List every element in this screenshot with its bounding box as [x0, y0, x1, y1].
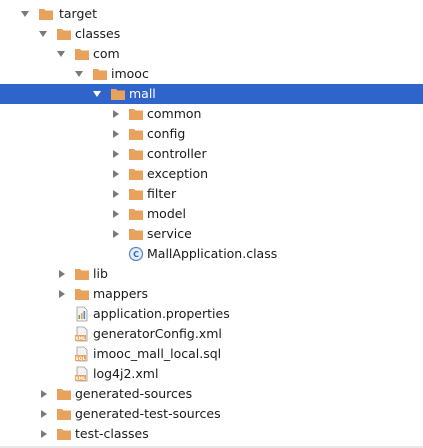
tree-item-label: classes — [75, 26, 121, 41]
chevron-down-icon[interactable] — [74, 64, 84, 84]
folder-icon — [56, 427, 72, 441]
folder-icon — [56, 407, 72, 421]
tree-item-label: generated-sources — [75, 386, 193, 401]
folder-icon — [74, 267, 90, 281]
chevron-right-icon[interactable] — [112, 164, 122, 184]
tree-item-mall-application[interactable]: C MallApplication.class — [0, 244, 423, 264]
chevron-right-icon[interactable] — [112, 184, 122, 204]
chevron-right-icon[interactable] — [112, 204, 122, 224]
tree-item-lib[interactable]: lib — [0, 264, 423, 284]
chevron-right-icon[interactable] — [40, 384, 50, 404]
folder-icon — [74, 47, 90, 61]
tree-item-mappers[interactable]: mappers — [0, 284, 423, 304]
tree-item-log4j2[interactable]: XML log4j2.xml — [0, 364, 423, 384]
tree-item-label: mall — [129, 86, 156, 101]
tree-item-label: model — [147, 206, 186, 221]
chevron-right-icon[interactable] — [40, 404, 50, 424]
chevron-right-icon[interactable] — [112, 124, 122, 144]
svg-text:SQL: SQL — [76, 356, 86, 362]
tree-item-label: mappers — [93, 286, 149, 301]
tree-item-imooc-mall-local[interactable]: SQL imooc_mall_local.sql — [0, 344, 423, 364]
tree-item-label: generated-test-sources — [75, 406, 221, 421]
folder-icon — [128, 207, 144, 221]
properties-file-icon — [74, 306, 90, 322]
tree-item-label: config — [147, 126, 186, 141]
tree-item-application-properties[interactable]: application.properties — [0, 304, 423, 324]
class-file-icon: C — [128, 246, 144, 262]
folder-icon — [74, 287, 90, 301]
svg-text:C: C — [133, 250, 139, 259]
folder-icon — [128, 127, 144, 141]
chevron-down-icon[interactable] — [20, 4, 30, 24]
xml-file-icon: XML — [74, 366, 90, 382]
tree-item-label: MallApplication.class — [147, 246, 278, 261]
tree-item-model[interactable]: model — [0, 204, 423, 224]
xml-file-icon: XML — [74, 326, 90, 342]
tree-item-exception[interactable]: exception — [0, 164, 423, 184]
tree-item-label: service — [147, 226, 192, 241]
chevron-right-icon[interactable] — [112, 104, 122, 124]
tree-item-label: imooc_mall_local.sql — [93, 346, 222, 361]
chevron-right-icon[interactable] — [58, 264, 68, 284]
tree-item-label: controller — [147, 146, 207, 161]
folder-icon — [92, 67, 108, 81]
chevron-right-icon[interactable] — [40, 424, 50, 444]
tree-item-label: test-classes — [75, 426, 149, 441]
project-tree: target classes com imooc mall common con… — [0, 0, 423, 448]
tree-item-controller[interactable]: controller — [0, 144, 423, 164]
tree-item-label: target — [59, 6, 98, 21]
folder-icon — [128, 107, 144, 121]
tree-item-label: lib — [93, 266, 108, 281]
tree-item-generated-test-sources[interactable]: generated-test-sources — [0, 404, 423, 424]
tree-item-label: filter — [147, 186, 177, 201]
tree-item-generated-sources[interactable]: generated-sources — [0, 384, 423, 404]
chevron-right-icon[interactable] — [58, 284, 68, 304]
tree-item-label: com — [93, 46, 120, 61]
folder-icon — [38, 7, 54, 21]
tree-item-generator-config[interactable]: XML generatorConfig.xml — [0, 324, 423, 344]
tree-item-imooc[interactable]: imooc — [0, 64, 423, 84]
folder-icon — [128, 187, 144, 201]
tree-item-target[interactable]: target — [0, 4, 423, 24]
folder-icon — [110, 87, 126, 101]
tree-item-com[interactable]: com — [0, 44, 423, 64]
chevron-right-icon[interactable] — [112, 224, 122, 244]
tree-item-classes[interactable]: classes — [0, 24, 423, 44]
folder-icon — [56, 387, 72, 401]
tree-item-service[interactable]: service — [0, 224, 423, 244]
svg-text:XML: XML — [75, 376, 86, 382]
tree-item-label: log4j2.xml — [93, 366, 159, 381]
tree-item-label: exception — [147, 166, 209, 181]
svg-text:XML: XML — [75, 336, 86, 342]
chevron-down-icon[interactable] — [92, 84, 102, 104]
tree-item-label: generatorConfig.xml — [93, 326, 222, 341]
tree-item-label: imooc — [111, 66, 149, 81]
chevron-down-icon[interactable] — [38, 24, 48, 44]
tree-item-label: common — [147, 106, 202, 121]
folder-icon — [128, 167, 144, 181]
tree-item-test-classes[interactable]: test-classes — [0, 424, 423, 444]
sql-file-icon: SQL — [74, 346, 90, 362]
folder-icon — [128, 227, 144, 241]
tree-item-common[interactable]: common — [0, 104, 423, 124]
chevron-right-icon[interactable] — [112, 144, 122, 164]
folder-icon — [56, 27, 72, 41]
chevron-down-icon[interactable] — [56, 44, 66, 64]
folder-icon — [128, 147, 144, 161]
tree-item-filter[interactable]: filter — [0, 184, 423, 204]
tree-item-label: application.properties — [93, 306, 230, 321]
tree-item-mall[interactable]: mall — [0, 84, 423, 104]
tree-item-config[interactable]: config — [0, 124, 423, 144]
